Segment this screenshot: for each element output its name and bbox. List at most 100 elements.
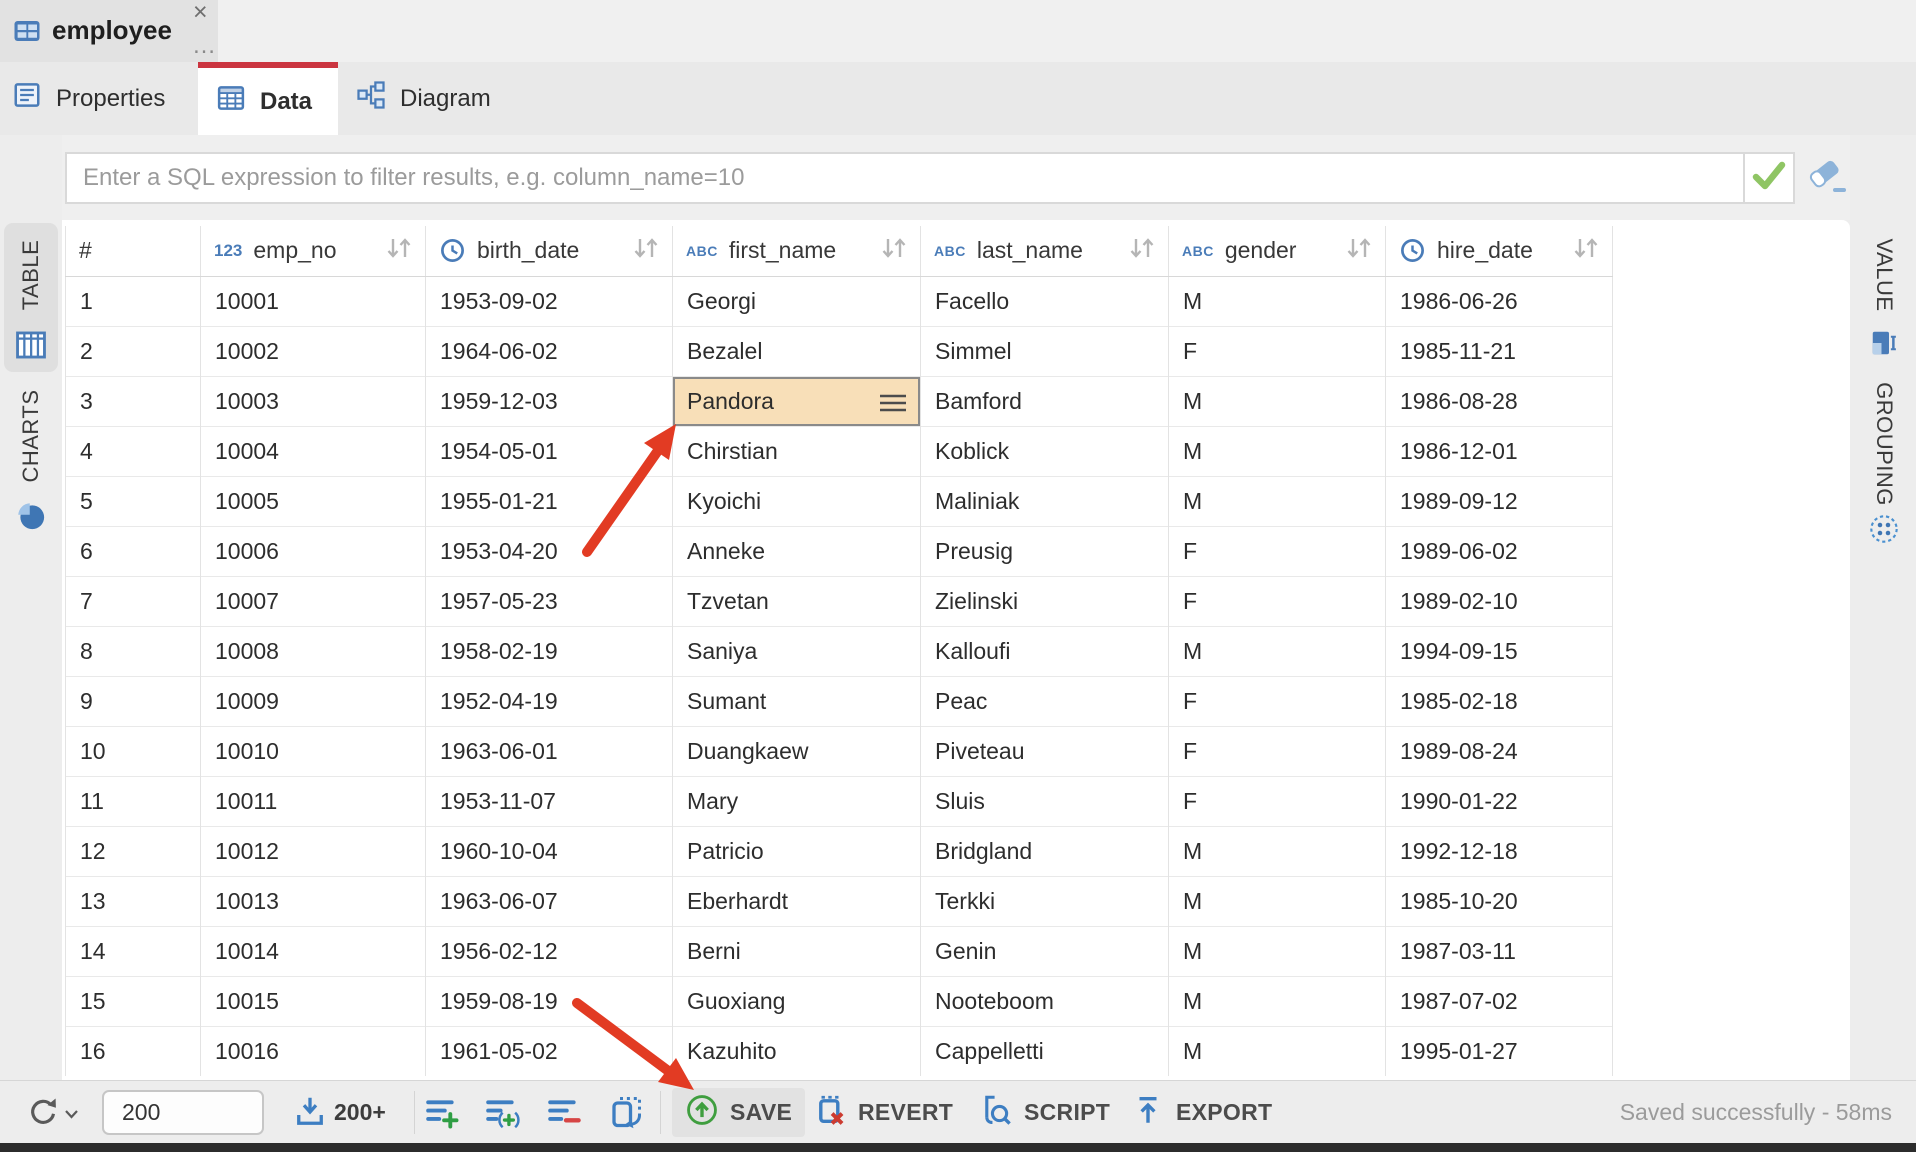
clear-filter-button[interactable] <box>1806 155 1852 202</box>
tab-data[interactable]: Data <box>198 62 338 135</box>
grid-cell[interactable]: 10014 <box>201 926 426 976</box>
row-number-cell[interactable]: 10 <box>66 726 201 776</box>
grid-cell[interactable]: Bridgland <box>921 826 1169 876</box>
grid-cell[interactable]: Bamford <box>921 376 1169 426</box>
row-number-cell[interactable]: 2 <box>66 326 201 376</box>
grid-cell[interactable]: 10015 <box>201 976 426 1026</box>
grid-cell[interactable]: Peac <box>921 676 1169 726</box>
delete-row-icon[interactable] <box>546 1094 582 1135</box>
grid-cell[interactable]: 1989-09-12 <box>1386 476 1613 526</box>
grid-cell[interactable]: F <box>1169 526 1386 576</box>
grid-cell[interactable]: Kazuhito <box>673 1026 921 1076</box>
grid-cell[interactable]: Kyoichi <box>673 476 921 526</box>
grid-cell[interactable]: F <box>1169 776 1386 826</box>
grid-cell[interactable]: Mary <box>673 776 921 826</box>
pie-chart-icon[interactable] <box>16 501 46 536</box>
grid-cell[interactable]: 1957-05-23 <box>426 576 673 626</box>
apply-filter-button[interactable] <box>1743 154 1793 202</box>
grid-cell[interactable]: 1964-06-02 <box>426 326 673 376</box>
grid-cell[interactable]: 1960-10-04 <box>426 826 673 876</box>
grid-cell[interactable]: M <box>1169 476 1386 526</box>
fetch-more-label[interactable]: 200+ <box>334 1081 386 1143</box>
filter-input[interactable] <box>67 154 1743 202</box>
column-header-gender[interactable]: ABCgender <box>1169 226 1386 276</box>
grid-cell[interactable]: 1952-04-19 <box>426 676 673 726</box>
grid-cell[interactable]: 1989-08-24 <box>1386 726 1613 776</box>
grid-cell[interactable]: 1995-01-27 <box>1386 1026 1613 1076</box>
value-panel-icon[interactable] <box>1869 328 1899 363</box>
row-number-cell[interactable]: 3 <box>66 376 201 426</box>
grid-cell[interactable]: Simmel <box>921 326 1169 376</box>
grid-cell[interactable]: M <box>1169 276 1386 326</box>
grid-cell[interactable]: F <box>1169 326 1386 376</box>
grid-cell[interactable]: Nooteboom <box>921 976 1169 1026</box>
grid-cell[interactable]: 10004 <box>201 426 426 476</box>
tab-diagram[interactable]: Diagram <box>340 62 528 135</box>
row-number-cell[interactable]: 12 <box>66 826 201 876</box>
grid-cell[interactable]: Guoxiang <box>673 976 921 1026</box>
grid-cell[interactable]: 1953-11-07 <box>426 776 673 826</box>
grid-cell[interactable]: Anneke <box>673 526 921 576</box>
sidebar-tab-charts-label[interactable]: CHARTS <box>18 389 44 482</box>
selected-cell[interactable]: Pandora <box>673 376 921 426</box>
grid-cell[interactable]: 1959-08-19 <box>426 976 673 1026</box>
sort-icon[interactable] <box>383 235 415 267</box>
grid-cell[interactable]: 10005 <box>201 476 426 526</box>
grid-cell[interactable]: 10007 <box>201 576 426 626</box>
grid-cell[interactable]: 1956-02-12 <box>426 926 673 976</box>
grid-cell[interactable]: 10002 <box>201 326 426 376</box>
grid-cell[interactable]: M <box>1169 826 1386 876</box>
grid-cell[interactable]: 1959-12-03 <box>426 376 673 426</box>
grid-cell[interactable]: 10012 <box>201 826 426 876</box>
sort-icon[interactable] <box>878 235 910 267</box>
tab-properties[interactable]: Properties <box>0 62 196 135</box>
grid-cell[interactable]: Sluis <box>921 776 1169 826</box>
grid-cell[interactable]: Genin <box>921 926 1169 976</box>
grid-cell[interactable]: 1986-08-28 <box>1386 376 1613 426</box>
grid-cell[interactable]: 1954-05-01 <box>426 426 673 476</box>
grid-cell[interactable]: M <box>1169 876 1386 926</box>
grid-cell[interactable]: Piveteau <box>921 726 1169 776</box>
sort-icon[interactable] <box>1570 235 1602 267</box>
grid-cell[interactable]: 10008 <box>201 626 426 676</box>
row-number-cell[interactable]: 15 <box>66 976 201 1026</box>
edit-in-dialog-icon[interactable] <box>608 1094 644 1135</box>
grid-cell[interactable]: Facello <box>921 276 1169 326</box>
grid-cell[interactable]: 1992-12-18 <box>1386 826 1613 876</box>
grid-cell[interactable]: 1963-06-01 <box>426 726 673 776</box>
grid-cell[interactable]: 1989-02-10 <box>1386 576 1613 626</box>
refresh-dropdown-chevron-icon[interactable] <box>64 1107 79 1125</box>
sort-icon[interactable] <box>1343 235 1375 267</box>
grid-cell[interactable]: M <box>1169 426 1386 476</box>
grid-cell[interactable]: Eberhardt <box>673 876 921 926</box>
row-number-cell[interactable]: 9 <box>66 676 201 726</box>
row-number-cell[interactable]: 16 <box>66 1026 201 1076</box>
grid-cell[interactable]: 10016 <box>201 1026 426 1076</box>
sort-icon[interactable] <box>630 235 662 267</box>
fetch-next-page-icon[interactable] <box>292 1094 328 1135</box>
grid-cell[interactable]: Saniya <box>673 626 921 676</box>
fetch-size-input[interactable] <box>102 1090 264 1135</box>
grid-cell[interactable]: Kalloufi <box>921 626 1169 676</box>
row-number-cell[interactable]: 6 <box>66 526 201 576</box>
grid-cell[interactable]: 10011 <box>201 776 426 826</box>
overflow-icon[interactable]: … <box>192 32 217 60</box>
sidebar-tab-table-label[interactable]: TABLE <box>18 240 44 311</box>
column-header-hire_date[interactable]: hire_date <box>1386 226 1613 276</box>
sort-icon[interactable] <box>1126 235 1158 267</box>
close-icon[interactable]: × <box>193 1 208 23</box>
grid-cell[interactable]: 1990-01-22 <box>1386 776 1613 826</box>
row-number-cell[interactable]: 7 <box>66 576 201 626</box>
row-number-cell[interactable]: 11 <box>66 776 201 826</box>
grid-cell[interactable]: 10001 <box>201 276 426 326</box>
grid-cell[interactable]: F <box>1169 676 1386 726</box>
grouping-icon[interactable] <box>1868 513 1900 550</box>
grid-cell[interactable]: M <box>1169 926 1386 976</box>
panel-tab-grouping-label[interactable]: GROUPING <box>1871 382 1897 506</box>
column-header-emp_no[interactable]: 123emp_no <box>201 226 426 276</box>
grid-cell[interactable]: 1985-02-18 <box>1386 676 1613 726</box>
grid-cell[interactable]: Chirstian <box>673 426 921 476</box>
grid-cell[interactable]: M <box>1169 1026 1386 1076</box>
grid-cell[interactable]: 10009 <box>201 676 426 726</box>
grid-cell[interactable]: Cappelletti <box>921 1026 1169 1076</box>
